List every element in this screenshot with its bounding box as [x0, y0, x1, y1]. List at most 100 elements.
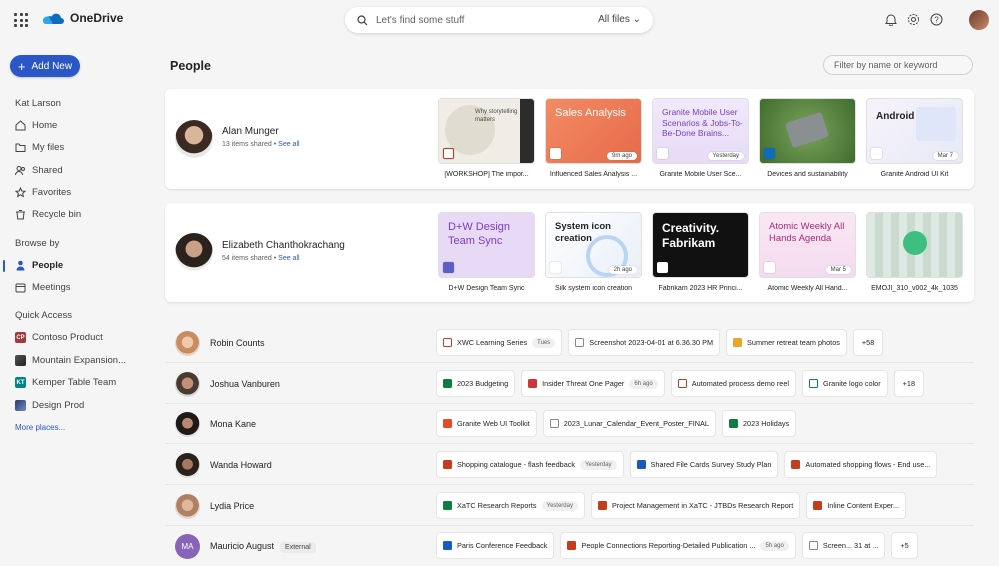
- file-chip[interactable]: Shopping catalogue - flash feedback Yeste…: [437, 452, 623, 477]
- file-thumbnail[interactable]: Granite Mobile User Scenarios & Jobs-To-…: [652, 98, 749, 178]
- person-avatar-initials[interactable]: MA: [175, 534, 200, 559]
- file-thumbnail[interactable]: Sales Analysis 9m ago Influenced Sales A…: [545, 98, 642, 178]
- site-icon: [15, 400, 26, 411]
- thumbnail-image: Creativity. Fabrikam: [652, 212, 749, 278]
- file-chip[interactable]: Screen... 31 at ...: [802, 533, 885, 558]
- quick-access-item[interactable]: KT Kemper Table Team: [15, 377, 116, 388]
- file-meta: Tues: [532, 337, 556, 348]
- person-name[interactable]: Elizabeth Chanthokrachang: [222, 240, 345, 251]
- sidebar-item-recycle-bin[interactable]: Recycle bin: [15, 209, 81, 220]
- person-avatar[interactable]: [175, 494, 200, 519]
- file-caption: Silk system icon creation: [554, 285, 633, 292]
- gear-icon[interactable]: [907, 13, 920, 26]
- person-name[interactable]: Mona Kane: [210, 419, 256, 429]
- more-files-button[interactable]: +18: [894, 371, 924, 396]
- person-avatar[interactable]: [175, 331, 200, 356]
- sidebar-item-shared[interactable]: Shared: [15, 165, 63, 176]
- items-shared-count: 54 items shared: [222, 255, 272, 262]
- sidebar-item-meetings[interactable]: Meetings: [15, 282, 71, 293]
- more-places-link[interactable]: More places...: [15, 423, 65, 432]
- person-avatar[interactable]: [175, 372, 200, 397]
- help-icon[interactable]: ?: [930, 13, 943, 26]
- thumbnail-title: Granite Mobile User Scenarios & Jobs-To-…: [662, 107, 743, 139]
- file-chip[interactable]: Insider Threat One Pager 6h ago: [522, 371, 664, 396]
- powerpoint-icon: [597, 501, 607, 510]
- file-chip[interactable]: Shared File Cards Survey Study Plan: [630, 452, 778, 477]
- file-chip[interactable]: XaTC Research Reports Yesterday: [437, 493, 584, 518]
- quick-access-item[interactable]: Mountain Expansion...: [15, 355, 126, 366]
- file-thumbnail[interactable]: Creativity. Fabrikam Fabrikam 2023 HR Pr…: [652, 212, 749, 292]
- file-chip[interactable]: People Connections Reporting-Detailed Pu…: [561, 533, 795, 558]
- file-chip[interactable]: Granite logo color: [803, 371, 887, 396]
- file-chip[interactable]: Automated process demo reel: [671, 371, 796, 396]
- add-new-button[interactable]: + Add New: [10, 55, 80, 77]
- home-icon: [15, 120, 26, 131]
- file-thumbnail[interactable]: System icon creation 2h ago Silk system …: [545, 212, 642, 292]
- file-chip[interactable]: XWC Learning Series Tues: [437, 330, 562, 355]
- file-chip[interactable]: Granite Web UI Toolkit: [437, 411, 536, 436]
- person-card[interactable]: Alan Munger 13 items shared • See all Wh…: [165, 89, 974, 189]
- person-name[interactable]: Lydia Price: [210, 501, 254, 511]
- see-all-link[interactable]: See all: [278, 141, 299, 148]
- file-thumbnail[interactable]: Why storytelling matters [WORKSHOP] The …: [438, 98, 535, 178]
- file-thumbnail[interactable]: Atomic Weekly All Hands Agenda Mar 5 Ato…: [759, 212, 856, 292]
- excel-icon: [728, 419, 738, 428]
- sidebar-item-favorites[interactable]: Favorites: [15, 187, 71, 198]
- more-count: +5: [900, 541, 909, 550]
- file-chip[interactable]: Inline Content Exper...: [807, 493, 906, 518]
- file-chip[interactable]: Project Management in XaTC - JTBDs Resea…: [591, 493, 800, 518]
- more-count: +58: [861, 338, 875, 347]
- person-row[interactable]: Mona Kane Granite Web UI Toolkit 2023_Lu…: [165, 404, 974, 444]
- person-name[interactable]: Mauricio August External: [210, 541, 316, 553]
- more-files-button[interactable]: +58: [853, 330, 883, 355]
- file-caption: Atomic Weekly All Hand...: [767, 285, 848, 292]
- bell-icon[interactable]: [885, 13, 897, 26]
- person-avatar[interactable]: [175, 120, 213, 158]
- sidebar-item-home[interactable]: Home: [15, 120, 57, 131]
- filter-input[interactable]: Filter by name or keyword: [823, 55, 973, 75]
- file-chip[interactable]: 2023_Lunar_Calendar_Event_Poster_FINAL: [543, 411, 715, 436]
- file-chip[interactable]: 2023 Budgeting: [437, 371, 515, 396]
- search-input[interactable]: Let's find some stuff: [376, 15, 464, 26]
- items-shared-count: 13 items shared: [222, 141, 272, 148]
- people-icon: [15, 166, 25, 176]
- person-name[interactable]: Alan Munger: [222, 126, 279, 137]
- file-thumbnail[interactable]: EMOJI_310_v002_4k_1035: [866, 212, 963, 292]
- account-avatar[interactable]: [969, 10, 989, 30]
- file-chip[interactable]: Paris Conference Feedback: [437, 533, 554, 558]
- person-row[interactable]: Lydia Price XaTC Research Reports Yesterd…: [165, 486, 974, 526]
- quick-access-item[interactable]: CP Contoso Product: [15, 332, 103, 343]
- person-avatar[interactable]: [175, 453, 200, 478]
- person-row[interactable]: Joshua Vanburen 2023 Budgeting Insider T…: [165, 364, 974, 404]
- more-files-button[interactable]: +5: [892, 533, 917, 558]
- search-filter-dropdown[interactable]: All files ⌄: [598, 14, 641, 25]
- sidebar-item-people[interactable]: People: [2, 260, 63, 272]
- quick-access-item[interactable]: Design Prod: [15, 400, 84, 411]
- file-chip[interactable]: Summer retreat team photos: [727, 330, 846, 355]
- file-thumbnail[interactable]: D+W Design Team Sync D+W Design Team Syn…: [438, 212, 535, 292]
- file-chip[interactable]: Automated shopping flows - End use...: [785, 452, 937, 477]
- see-all-link[interactable]: See all: [278, 255, 299, 262]
- person-row[interactable]: Robin Counts XWC Learning Series Tues Scr…: [165, 323, 974, 363]
- loop-icon: [443, 262, 454, 273]
- file-chip[interactable]: 2023 Holidays: [722, 411, 796, 436]
- app-launcher-icon[interactable]: [14, 13, 28, 27]
- search-box[interactable]: Let's find some stuff All files ⌄: [345, 7, 653, 33]
- onedrive-logo[interactable]: OneDrive: [42, 11, 123, 25]
- person-card[interactable]: Elizabeth Chanthokrachang 54 items share…: [165, 203, 974, 302]
- person-row[interactable]: MA Mauricio August External Paris Confere…: [165, 526, 974, 566]
- file-chip[interactable]: Screenshot 2023-04-01 at 6.36.30 PM: [569, 330, 720, 355]
- person-avatar[interactable]: [175, 412, 200, 437]
- file-meta: Yesterday: [707, 152, 744, 160]
- person-row[interactable]: Wanda Howard Shopping catalogue - flash …: [165, 445, 974, 485]
- person-avatar[interactable]: [175, 233, 213, 271]
- file-name: 2023 Budgeting: [457, 379, 509, 388]
- file-thumbnail[interactable]: Devices and sustainability: [759, 98, 856, 178]
- file-thumbnail[interactable]: Android UI Kit Mar 7 Granite Android UI …: [866, 98, 963, 178]
- person-name[interactable]: Robin Counts: [210, 338, 265, 348]
- file-caption: [WORKSHOP] The impor...: [444, 171, 529, 178]
- person-name[interactable]: Joshua Vanburen: [210, 379, 280, 389]
- sidebar-item-my-files[interactable]: My files: [15, 142, 64, 153]
- file-caption: Devices and sustainability: [767, 171, 848, 178]
- person-name[interactable]: Wanda Howard: [210, 460, 272, 470]
